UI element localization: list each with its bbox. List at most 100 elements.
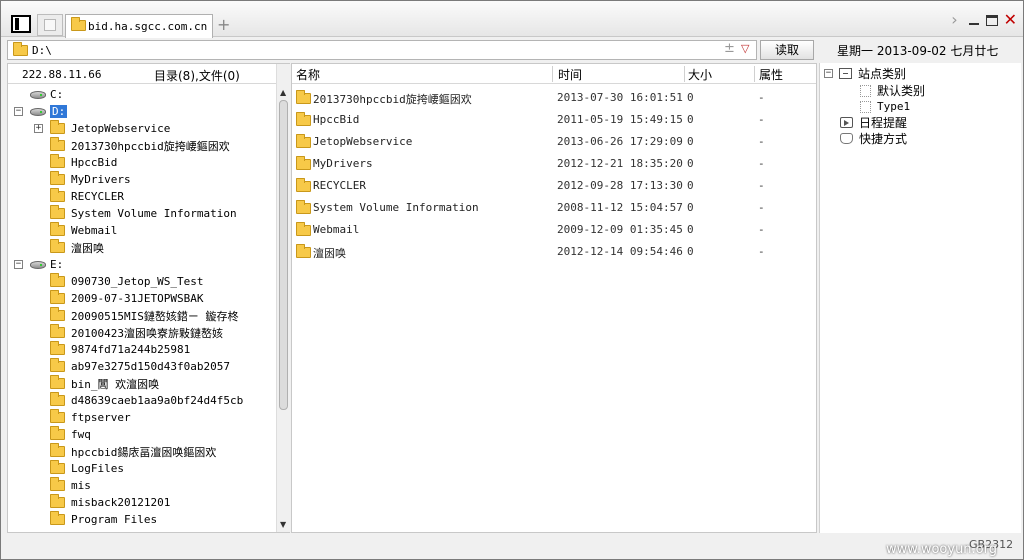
close-button[interactable]: ✕ [1004, 12, 1017, 28]
col-name[interactable]: 名称 [296, 66, 320, 83]
folder-icon [50, 290, 65, 304]
file-row[interactable]: MyDrivers 2012-12-21 18:35:20 0 - [292, 153, 816, 175]
tree-label: 20090515MIS鏈嶅姟鍣ㄧ 鏇存柊 [71, 309, 239, 323]
type1-node[interactable]: Type1 [860, 98, 910, 115]
folder-icon [50, 341, 65, 355]
tree-label: E: [50, 258, 64, 271]
column-divider[interactable] [684, 66, 685, 82]
folder-icon [296, 178, 311, 192]
drive-icon [30, 107, 46, 116]
tree-drive[interactable]: C: [30, 86, 63, 103]
tree-folder[interactable]: RECYCLER [50, 188, 124, 205]
tree-folder[interactable]: HpccBid [50, 154, 117, 171]
expand-icon[interactable]: + [34, 124, 43, 133]
folder-icon [50, 409, 65, 423]
tree-label: 090730_Jetop_WS_Test [71, 275, 204, 288]
file-row[interactable]: RECYCLER 2012-09-28 17:13:30 0 - [292, 175, 816, 197]
file-size: 0 [687, 245, 694, 258]
tree-folder[interactable]: 2009-07-31JETOPWSBAK [50, 290, 203, 307]
tree-folder[interactable]: Program Files [50, 511, 157, 528]
drive-icon [30, 90, 46, 99]
col-attr[interactable]: 属性 [759, 66, 783, 83]
file-time: 2013-07-30 16:01:51 [557, 91, 683, 104]
new-tab-button[interactable]: + [217, 17, 230, 33]
tree-label: bin_閶 欢澶囦唤 [71, 377, 160, 391]
tree-folder[interactable]: bin_閶 欢澶囦唤 [50, 375, 159, 392]
file-time: 2012-09-28 17:13:30 [557, 179, 683, 192]
tree-folder[interactable]: JetopWebservice [50, 120, 170, 137]
path-input[interactable] [32, 43, 712, 57]
scroll-thumb[interactable] [279, 100, 288, 410]
tree-drive[interactable]: E: [30, 256, 63, 273]
tree-folder[interactable]: 20100423澶囦唤寮旂敤鏈嶅姟 [50, 324, 223, 341]
file-row[interactable]: JetopWebservice 2013-06-26 17:29:09 0 - [292, 131, 816, 153]
tree-label: misback20121201 [71, 496, 171, 509]
folder-icon [50, 171, 65, 185]
tree-folder[interactable]: misback20121201 [50, 494, 170, 511]
scroll-down-icon[interactable]: ▼ [280, 520, 286, 529]
tree-folder[interactable]: 9874fd71a244b25981 [50, 341, 190, 358]
shortcut-label: 快捷方式 [859, 132, 908, 146]
sidebar-toggle-icon[interactable] [11, 15, 31, 33]
tree-folder[interactable]: Webmail [50, 222, 117, 239]
collapse-icon[interactable]: − [14, 107, 23, 116]
col-time[interactable]: 时间 [558, 66, 582, 83]
tree-scrollbar[interactable]: ▲ ▼ [276, 64, 290, 532]
site-category-node[interactable]: − 站点类别 [824, 65, 906, 82]
tree-folder[interactable]: 20090515MIS鏈嶅姟鍣ㄧ 鏇存柊 [50, 307, 238, 324]
tab-active[interactable]: bid.ha.sgcc.com.cn [65, 14, 213, 38]
folder-icon [296, 112, 311, 126]
read-button[interactable]: 读取 [760, 40, 814, 60]
folder-icon [50, 324, 65, 338]
file-row[interactable]: Webmail 2009-12-09 01:35:45 0 - [292, 219, 816, 241]
column-divider[interactable] [552, 66, 553, 82]
scroll-up-icon[interactable]: ▲ [280, 88, 286, 97]
tree-folder[interactable]: fwq [50, 426, 91, 443]
tree-folder[interactable]: ab97e3275d150d43f0ab2057 [50, 358, 230, 375]
tree-folder[interactable]: hpccbid鍚庡畐澶囦唤鏂囦欢 [50, 443, 216, 460]
file-time: 2008-11-12 15:04:57 [557, 201, 683, 214]
column-divider[interactable] [754, 66, 755, 82]
tree-folder[interactable]: 澶囦唤 [50, 239, 104, 256]
shortcut-node[interactable]: 快捷方式 [840, 130, 907, 147]
file-list-panel: 名称 时间 大小 属性 2013730hpccbid旋挎崾鏂囦欢 2013-07-… [291, 63, 817, 533]
file-row[interactable]: 2013730hpccbid旋挎崾鏂囦欢 2013-07-30 16:01:51 0… [292, 87, 816, 109]
maximize-button[interactable] [985, 14, 998, 26]
file-attr: - [758, 157, 765, 170]
tree-folder[interactable]: 090730_Jetop_WS_Test [50, 273, 203, 290]
folder-icon [50, 375, 65, 389]
tab-blank[interactable] [37, 14, 63, 36]
tree-folder[interactable]: 2013730hpccbid旋挎崾鏂囦欢 [50, 137, 230, 154]
file-row[interactable]: System Volume Information 2008-11-12 15:0… [292, 197, 816, 219]
tree-label: JetopWebservice [71, 122, 171, 135]
tree-folder[interactable]: LogFiles [50, 460, 124, 477]
tree-drive[interactable]: D: [30, 103, 68, 120]
default-category-node[interactable]: 默认类别 [860, 82, 925, 99]
folder-icon [50, 188, 65, 202]
file-size: 0 [687, 157, 694, 170]
chevron-right-icon[interactable]: › [951, 12, 957, 28]
tree-folder[interactable]: mis [50, 477, 91, 494]
directory-tree-panel: 222.88.11.66 目录(8),文件(0) C: − D: + JetopWebs… [7, 63, 290, 533]
folder-icon [296, 244, 311, 258]
tree-label: hpccbid鍚庡畐澶囦唤鏂囦欢 [71, 445, 217, 459]
schedule-node[interactable]: 日程提醒 [840, 114, 907, 131]
tree-folder[interactable]: ftpserver [50, 409, 131, 426]
col-size[interactable]: 大小 [688, 66, 712, 83]
minimize-button[interactable] [968, 14, 980, 26]
chevron-down-icon[interactable]: ▽ [741, 42, 749, 55]
tree-folder[interactable]: MyDrivers [50, 171, 131, 188]
collapse-icon[interactable]: − [14, 260, 23, 269]
default-category-label: 默认类别 [877, 84, 926, 98]
window-controls: › ✕ [951, 12, 1017, 28]
drive-icon [30, 260, 46, 269]
tree-folder[interactable]: d48639caeb1aa9a0bf24d4f5cb [50, 392, 243, 409]
file-row[interactable]: 澶囦唤 2012-12-14 09:54:46 0 - [292, 241, 816, 263]
pin-icon[interactable]: ± [724, 41, 735, 56]
file-attr: - [758, 179, 765, 192]
tree-folder[interactable]: System Volume Information [50, 205, 237, 222]
collapse-icon[interactable]: − [824, 69, 833, 78]
file-name: 澶囦唤 [313, 247, 346, 260]
file-row[interactable]: HpccBid 2011-05-19 15:49:15 0 - [292, 109, 816, 131]
tree-label: 2009-07-31JETOPWSBAK [71, 292, 204, 305]
